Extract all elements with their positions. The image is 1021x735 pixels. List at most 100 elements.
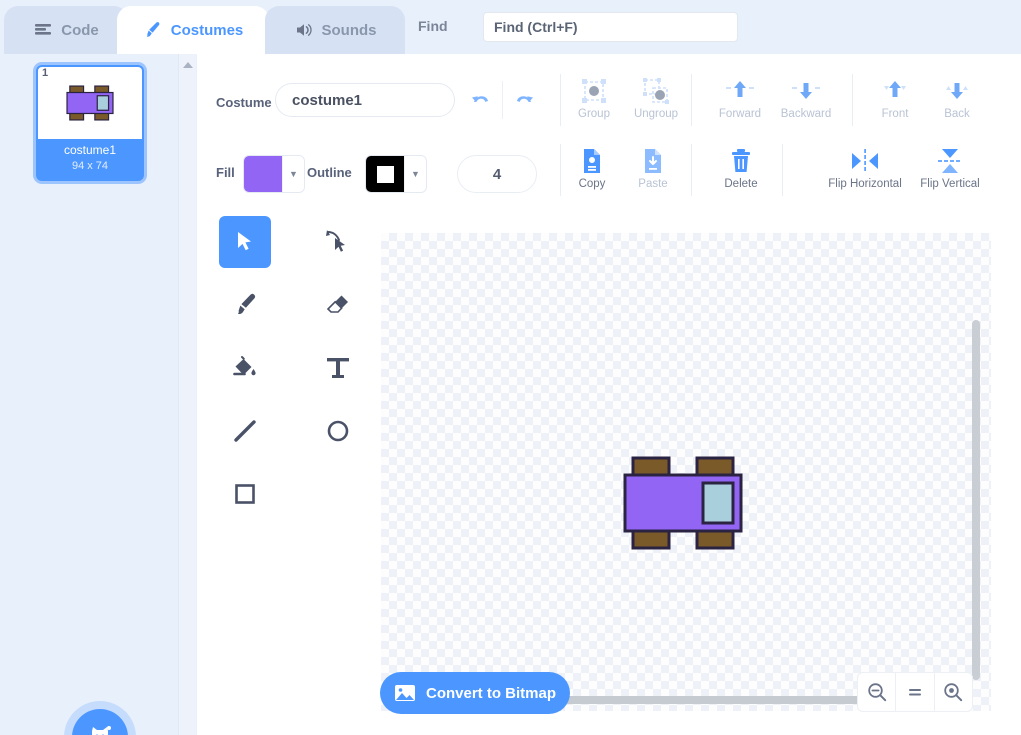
- drawing-canvas[interactable]: [381, 233, 991, 711]
- toolbar-divider: [852, 74, 853, 126]
- toolbar-divider: [691, 74, 692, 126]
- convert-to-bitmap-button[interactable]: Convert to Bitmap: [380, 672, 570, 714]
- forward-label: Forward: [718, 108, 762, 120]
- add-costume-button[interactable]: [72, 709, 128, 735]
- costume-name-label: Costume: [216, 95, 272, 110]
- tool-fill[interactable]: [219, 342, 271, 394]
- undo-redo-group: [460, 81, 544, 119]
- ungroup-button[interactable]: Ungroup: [627, 76, 685, 120]
- flip-horizontal-icon: [848, 146, 882, 176]
- backward-icon: [791, 76, 821, 106]
- flip-vertical-button[interactable]: Flip Vertical: [909, 146, 991, 190]
- line-icon: [234, 420, 256, 442]
- flip-vertical-label: Flip Vertical: [920, 178, 980, 190]
- text-t-icon: [327, 358, 349, 378]
- chevron-down-icon: ▼: [404, 156, 426, 192]
- outline-label: Outline: [307, 165, 352, 180]
- redo-arrow-icon: [516, 96, 533, 102]
- tab-sounds[interactable]: Sounds: [265, 6, 405, 54]
- canvas-vertical-scrollbar[interactable]: [967, 238, 985, 688]
- toolbar-divider: [560, 144, 561, 196]
- tool-reshape[interactable]: [312, 216, 364, 268]
- tab-code-label: Code: [61, 21, 99, 39]
- tool-brush[interactable]: [219, 279, 271, 331]
- canvas-vertical-scrollbar-thumb[interactable]: [972, 320, 980, 680]
- copy-button[interactable]: Copy: [563, 146, 621, 190]
- costume-item-name: costume1: [63, 143, 117, 157]
- front-button[interactable]: Front: [866, 76, 924, 120]
- eraser-icon: [326, 295, 348, 313]
- magnifier-minus-icon: [867, 683, 886, 702]
- tool-text[interactable]: [312, 342, 364, 394]
- flip-horizontal-label: Flip Horizontal: [828, 178, 902, 190]
- delete-label: Delete: [724, 178, 758, 190]
- magnifier-plus-icon: [944, 683, 963, 702]
- tool-rectangle[interactable]: [219, 468, 271, 520]
- costume-thumbnail: [38, 67, 142, 139]
- costume-item-number: 1: [42, 67, 49, 79]
- toolbar-divider: [691, 144, 692, 196]
- backward-button[interactable]: Backward: [777, 76, 835, 120]
- costume-list-scrollbar[interactable]: [178, 54, 196, 735]
- cursor-arrow-icon: [238, 232, 251, 251]
- zoom-reset-button[interactable]: [895, 673, 933, 711]
- copy-icon: [579, 146, 605, 176]
- cat-face-icon: [92, 726, 111, 735]
- copy-label: Copy: [578, 178, 606, 190]
- tool-circle[interactable]: [312, 405, 364, 457]
- zoom-out-button[interactable]: [858, 673, 895, 711]
- tool-eraser[interactable]: [312, 279, 364, 331]
- group-label: Group: [578, 108, 610, 120]
- costume-list-panel: 1 costume1 94 x 74: [0, 54, 180, 735]
- canvas-artwork-car[interactable]: [621, 455, 745, 551]
- tool-select[interactable]: [219, 216, 271, 268]
- paste-icon: [640, 146, 666, 176]
- forward-button[interactable]: Forward: [711, 76, 769, 120]
- redo-button[interactable]: [502, 81, 544, 119]
- toolbar-divider: [560, 74, 561, 126]
- trash-icon: [728, 146, 754, 176]
- back-label: Back: [944, 108, 970, 120]
- tab-code[interactable]: Code: [4, 6, 128, 54]
- tool-palette: [197, 195, 375, 735]
- back-icon: [942, 76, 972, 106]
- equals-icon: [908, 689, 921, 696]
- ungroup-label: Ungroup: [633, 108, 679, 120]
- front-label: Front: [881, 108, 909, 120]
- tab-costumes[interactable]: Costumes: [117, 6, 269, 54]
- fill-color-picker[interactable]: ▼: [243, 155, 305, 193]
- reshape-icon: [326, 230, 345, 252]
- speaker-icon: [294, 20, 314, 40]
- flip-horizontal-button[interactable]: Flip Horizontal: [819, 146, 911, 190]
- tool-line[interactable]: [219, 405, 271, 457]
- front-icon: [880, 76, 910, 106]
- back-button[interactable]: Back: [928, 76, 986, 120]
- zoom-in-button[interactable]: [933, 673, 972, 711]
- paint-editor-panel: Costume costume1 Group Ungroup Forward B…: [197, 54, 1021, 735]
- tab-sounds-label: Sounds: [321, 21, 377, 39]
- toolbar-divider: [782, 144, 783, 196]
- zoom-controls: [857, 672, 973, 712]
- find-input[interactable]: [483, 12, 738, 42]
- convert-to-bitmap-label: Convert to Bitmap: [425, 684, 556, 702]
- undo-arrow-icon: [472, 96, 488, 102]
- delete-button[interactable]: Delete: [712, 146, 770, 190]
- scroll-up-arrow-icon[interactable]: [183, 62, 193, 68]
- group-icon: [580, 76, 608, 106]
- circle-icon: [327, 420, 349, 442]
- stroke-width-input[interactable]: [457, 155, 537, 193]
- costume-thumbnail-image: [66, 85, 114, 121]
- flip-vertical-icon: [935, 146, 965, 176]
- paintbrush-icon: [237, 293, 256, 315]
- group-button[interactable]: Group: [565, 76, 623, 120]
- fill-label: Fill: [216, 165, 235, 180]
- undo-button[interactable]: [460, 81, 502, 119]
- paste-button[interactable]: Paste: [624, 146, 682, 190]
- fill-color-swatch: [244, 156, 282, 192]
- ungroup-icon: [642, 76, 670, 106]
- costume-name-input[interactable]: [275, 83, 455, 117]
- square-icon: [235, 484, 255, 504]
- outline-color-picker[interactable]: ▼: [365, 155, 427, 193]
- costume-list-item[interactable]: 1 costume1 94 x 74: [36, 65, 144, 181]
- backward-label: Backward: [780, 108, 832, 120]
